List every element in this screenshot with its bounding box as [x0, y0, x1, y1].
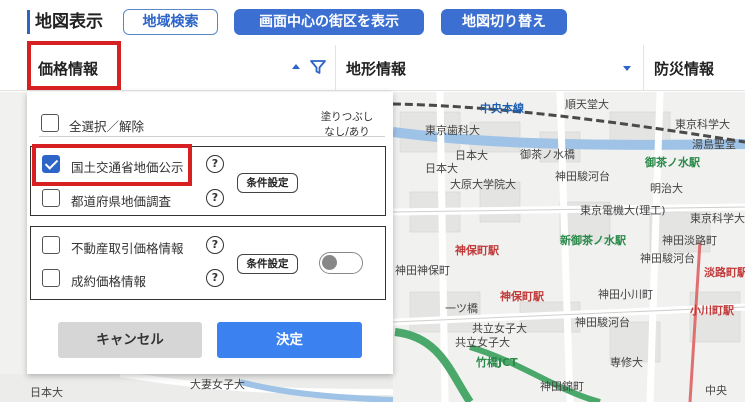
map-label-surugadai4: 神田駿河台	[575, 316, 630, 329]
map-label-nihon-univ2: 日本大	[425, 162, 458, 175]
toggle-knob	[322, 255, 337, 270]
map-label-jimbocho2: 神田神保町	[395, 264, 450, 277]
map-label-nihon-univ: 日本大	[455, 149, 488, 162]
divider	[39, 136, 385, 137]
map-label-nihon-univ-bottom: 日本大	[30, 386, 63, 399]
map-label-nishikicho: 神田錦町	[540, 380, 584, 393]
switch-map-button[interactable]: 地図切り替え	[441, 9, 567, 35]
map-label-otsuma: 大妻女子大	[190, 378, 245, 391]
price-info-dropdown-panel: 全選択／解除 塗りつぶし なし/あり 国土交通省地価公示 ? 都道府県地価調査 …	[27, 92, 393, 374]
map-label-ochanomizu-bridge: 御茶ノ水橋	[520, 148, 575, 161]
title-accent-bar	[27, 10, 30, 34]
map-label-tokyo-ika: 東京歯科大	[425, 124, 480, 137]
real-estate-transaction-checkbox[interactable]	[42, 236, 60, 254]
highlight-box-mlit-checkbox	[32, 144, 192, 186]
prefecture-land-price-checkbox[interactable]	[42, 189, 60, 207]
select-all-label[interactable]: 全選択／解除	[69, 116, 144, 135]
filter-icon[interactable]	[309, 58, 327, 76]
help-icon[interactable]: ?	[206, 189, 224, 207]
map-label-jimbocho-stn2: 神保町駅	[500, 290, 544, 303]
map-label-chuo: 中央	[705, 384, 727, 397]
transaction-price-group: 不動産取引価格情報 ? 成約価格情報 ? 条件設定	[30, 226, 386, 300]
help-icon[interactable]: ?	[206, 269, 224, 287]
condition-settings-button[interactable]: 条件設定	[237, 173, 298, 193]
help-icon[interactable]: ?	[206, 236, 224, 254]
help-icon[interactable]: ?	[206, 155, 224, 173]
map-label-surugadai2: 神田駿河台	[640, 252, 695, 265]
ok-button[interactable]: 決定	[217, 322, 362, 358]
map-label-surugadai3: 神田駿河台	[555, 170, 610, 183]
fill-caption-line1: 塗りつぶし	[320, 111, 374, 123]
map-label-meiji: 明治大	[650, 182, 683, 195]
map-label-yushima: 湯島聖堂	[692, 138, 736, 151]
map-label-hitotsubashi: 一ツ橋	[445, 302, 478, 315]
select-all-checkbox[interactable]	[41, 114, 59, 132]
show-center-block-button[interactable]: 画面中心の街区を表示	[234, 9, 424, 35]
map-label-tokyo-kagaku2: 東京科学大	[690, 212, 745, 225]
map-label-jimbocho-stn: 神保町駅	[455, 244, 499, 257]
chevron-down-icon[interactable]	[623, 66, 631, 71]
top-toolbar: 地図表示 地域検索 画面中心の街区を表示 地図切り替え	[0, 0, 745, 45]
map-label-ochanomizu-stn: 御茶ノ水駅	[645, 156, 700, 169]
tab-terrain-info[interactable]: 地形情報	[337, 45, 644, 91]
map-label-ogawamachi-stn: 小川町駅	[690, 304, 734, 317]
map-label-chuo-line: 中央本線	[480, 102, 524, 115]
page-title: 地図表示	[35, 12, 103, 32]
contract-price-label[interactable]: 成約価格情報	[71, 271, 146, 290]
real-estate-transaction-label[interactable]: 不動産取引価格情報	[71, 238, 184, 257]
prefecture-land-price-label[interactable]: 都道府県地価調査	[71, 191, 171, 210]
fill-caption-line2: なし/あり	[324, 126, 370, 138]
cancel-button[interactable]: キャンセル	[58, 322, 202, 358]
condition-settings-button[interactable]: 条件設定	[237, 254, 298, 274]
map-label-senshu: 専修大	[610, 356, 643, 369]
map-label-shin-ochanomizu-stn: 新御茶ノ水駅	[560, 234, 626, 247]
highlight-box-price-tab	[27, 41, 121, 90]
map-label-ogawamachi: 神田小川町	[598, 288, 653, 301]
contract-price-checkbox[interactable]	[42, 269, 60, 287]
map-label-tokyo-denki: 東京電機大(理工)	[580, 204, 666, 217]
map-label-juntendo: 順天堂大	[565, 98, 609, 111]
map-label-tokyo-kagaku: 東京科学大	[675, 118, 730, 131]
tab-disaster-label: 防災情報	[654, 60, 715, 78]
map-label-kyoritsu2: 共立女子大	[455, 336, 510, 349]
map-label-daito-bunka: 大原大学院大	[450, 178, 516, 191]
map-label-awajicho: 神田淡路町	[662, 234, 717, 247]
map-label-awajicho-stn: 淡路町駅	[704, 266, 745, 279]
area-search-button[interactable]: 地域検索	[123, 9, 218, 35]
tab-terrain-label: 地形情報	[346, 60, 407, 78]
map-label-takebashi-jct: 竹橋JCT	[476, 356, 518, 369]
caret-up-icon[interactable]	[292, 64, 300, 69]
fill-toggle-switch[interactable]	[319, 252, 363, 274]
tab-disaster-info[interactable]: 防災情報	[645, 45, 745, 91]
